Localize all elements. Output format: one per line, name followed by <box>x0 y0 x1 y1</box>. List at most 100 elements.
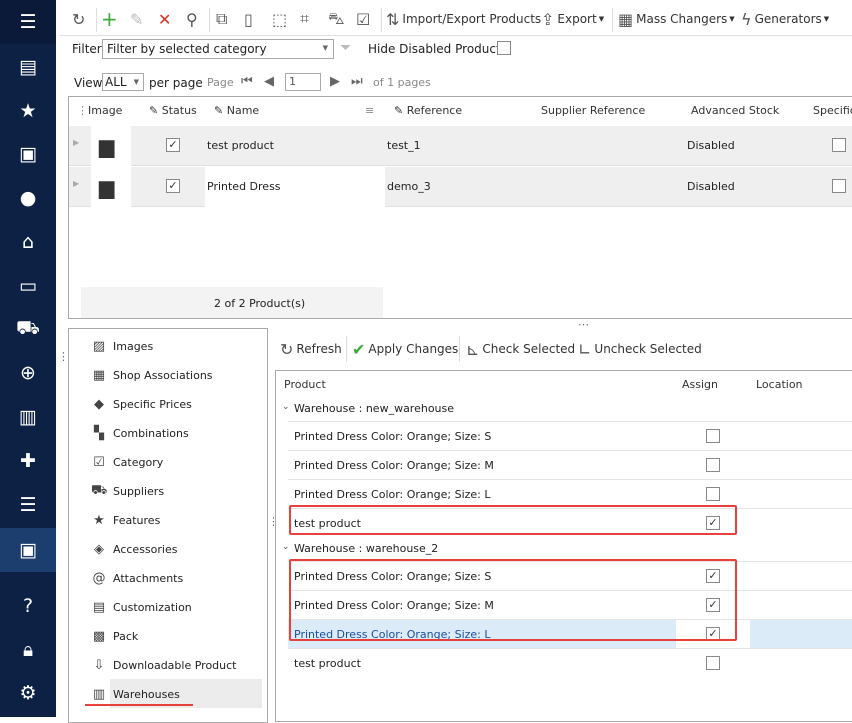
view-select[interactable]: ALL ▼ <box>102 73 144 91</box>
tab-attachments[interactable]: @ Attachments <box>91 565 184 591</box>
specific-checkbox[interactable] <box>832 138 846 152</box>
truck-icon[interactable]: ⛟ <box>0 313 56 345</box>
lock-icon[interactable]: 🔒︎ <box>0 634 56 666</box>
mass-changers-button[interactable]: ▦ Mass Changers ▼ <box>618 8 735 30</box>
checklist-icon[interactable]: ☑ <box>356 8 373 30</box>
tab-specific-prices[interactable]: ◆ Specific Prices <box>91 391 192 417</box>
tab-suppliers[interactable]: ⛟ Suppliers <box>91 478 164 504</box>
products-grid: ⋮ Image ✎ Status ✎ Name ≡ ✎ Reference Su… <box>68 96 852 319</box>
detail-tabs: ▨ Images ▦ Shop Associations ◆ Specific Pri… <box>68 328 268 723</box>
list-item[interactable]: Printed Dress Color: Orange; Size: M <box>288 450 852 479</box>
panel-splitter[interactable]: ⋮ <box>58 350 69 363</box>
product-reference: demo_3 <box>387 180 431 193</box>
view-label: View <box>74 76 103 90</box>
store-icon[interactable]: ▤ <box>0 51 56 83</box>
folder-check-icon[interactable]: ⌗ <box>300 8 312 30</box>
hide-disabled-checkbox[interactable] <box>497 41 511 55</box>
column-advanced-stock[interactable]: Advanced Stock Mana <box>691 97 801 125</box>
list-item[interactable]: test product <box>288 648 852 677</box>
specific-checkbox[interactable] <box>832 179 846 193</box>
copy-icon[interactable]: ⧉ <box>216 8 230 30</box>
menu-icon[interactable]: ☰ <box>0 0 56 44</box>
star-icon[interactable]: ★ <box>0 95 56 127</box>
globe-icon[interactable]: ⊕ <box>0 357 56 389</box>
cart-icon[interactable]: ⛍ <box>328 8 348 30</box>
assign-checkbox[interactable] <box>706 656 720 670</box>
column-supplier-reference[interactable]: Supplier Reference <box>541 97 645 125</box>
import-export-button[interactable]: ⇅ Import/Export Products <box>386 8 541 30</box>
check-icon: ✔ <box>352 339 366 359</box>
refresh-icon: ↻ <box>280 339 294 359</box>
product-reference: test_1 <box>387 139 421 152</box>
column-status[interactable]: ✎ Status <box>149 97 197 125</box>
puzzle-icon[interactable]: ✚ <box>0 445 56 477</box>
edit-button[interactable]: ✎ <box>130 8 146 30</box>
refresh-button[interactable]: ↻ <box>72 8 88 30</box>
chart-icon[interactable]: ▥ <box>0 401 56 433</box>
list-item[interactable]: Printed Dress Color: Orange; Size: L <box>288 479 852 508</box>
check-selected-button[interactable]: ⊾ Check Selected <box>466 338 575 360</box>
highlight-box <box>289 559 737 641</box>
product-name: test product <box>207 139 274 152</box>
next-page-button[interactable]: ▶ <box>330 74 340 89</box>
generators-button[interactable]: ϟ Generators ▼ <box>741 8 829 30</box>
apply-changes-button[interactable]: ✔ Apply Changes <box>352 338 458 360</box>
tab-features[interactable]: ★ Features <box>91 507 160 533</box>
tab-accessories[interactable]: ◈ Accessories <box>91 536 177 562</box>
assign-checkbox[interactable] <box>706 487 720 501</box>
select-icon[interactable]: ⬚ <box>272 8 290 30</box>
tab-customization[interactable]: ▤ Customization <box>91 594 192 620</box>
column-location[interactable]: Location <box>756 371 803 399</box>
warehouse-group[interactable]: ⌄ Warehouse : warehouse_2 <box>276 537 852 561</box>
warehouse-group[interactable]: ⌄ Warehouse : new_warehouse <box>276 397 852 421</box>
tab-downloadable-product[interactable]: ⇩ Downloadable Product <box>91 652 237 678</box>
tab-combinations[interactable]: ▚ Combinations <box>91 420 189 446</box>
tab-images[interactable]: ▨ Images <box>91 333 153 359</box>
assign-checkbox[interactable] <box>706 429 720 443</box>
column-specific[interactable]: Specific <box>813 97 852 125</box>
column-image[interactable]: Image <box>88 97 122 125</box>
category-filter-select[interactable]: Filter by selected category ▼ <box>102 39 334 59</box>
table-row[interactable]: ▶ ▆ ✓ test product test_1 Disabled <box>69 126 852 166</box>
sliders-icon[interactable]: ☰ <box>0 489 56 521</box>
tab-pack[interactable]: ▩ Pack <box>91 623 138 649</box>
add-button[interactable]: + <box>101 7 121 31</box>
products-icon[interactable]: ▣ <box>0 528 56 572</box>
status-checkbox[interactable]: ✓ <box>166 138 180 152</box>
search-icon[interactable]: ⚲ <box>186 8 201 30</box>
inbox-icon[interactable]: ▣ <box>0 138 56 170</box>
chat-icon[interactable]: ▭ <box>0 270 56 302</box>
refresh-button[interactable]: ↻ Refresh <box>280 338 342 360</box>
check-selected-icon: ⊾ <box>466 339 480 359</box>
chevron-down-icon[interactable]: ⌄ <box>282 402 290 412</box>
adv-stock: Disabled <box>687 180 735 193</box>
sort-icon[interactable]: ≡ <box>365 97 374 125</box>
tab-shop-associations[interactable]: ▦ Shop Associations <box>91 362 213 388</box>
mass-changers-icon: ▦ <box>618 9 634 29</box>
assign-checkbox[interactable] <box>706 458 720 472</box>
gear-icon[interactable]: ⚙ <box>0 677 56 709</box>
upload-icon: ⇪ <box>541 9 555 29</box>
column-name[interactable]: ✎ Name <box>214 97 259 125</box>
clear-filter-icon[interactable]: ⏷ <box>340 40 351 56</box>
delete-button[interactable]: ✕ <box>158 8 174 30</box>
user-icon[interactable]: ● <box>0 182 56 214</box>
last-page-button[interactable]: ⏭ <box>351 74 363 89</box>
basket-icon[interactable]: ⌂ <box>0 226 56 258</box>
column-product[interactable]: Product <box>284 371 326 399</box>
prev-page-button[interactable]: ◀ <box>264 74 274 89</box>
help-icon[interactable]: ? <box>0 590 56 622</box>
page-input[interactable]: 1 <box>285 73 321 91</box>
table-row[interactable]: ▶ ▆ ✓ Printed Dress demo_3 Disabled <box>69 167 852 207</box>
splitter-handle[interactable]: ⋯ <box>578 318 589 331</box>
list-item[interactable]: Printed Dress Color: Orange; Size: S <box>288 421 852 450</box>
chevron-down-icon[interactable]: ⌄ <box>282 542 290 552</box>
export-button[interactable]: ⇪ Export ▼ <box>541 8 604 30</box>
status-checkbox[interactable]: ✓ <box>166 179 180 193</box>
column-assign[interactable]: Assign <box>682 371 718 399</box>
uncheck-selected-button[interactable]: ∟ Uncheck Selected <box>578 338 702 360</box>
tab-category[interactable]: ☑ Category <box>91 449 163 475</box>
column-reference[interactable]: ✎ Reference <box>394 97 462 125</box>
paste-icon[interactable]: ▯ <box>244 8 256 30</box>
first-page-button[interactable]: ⏮ <box>241 74 253 89</box>
